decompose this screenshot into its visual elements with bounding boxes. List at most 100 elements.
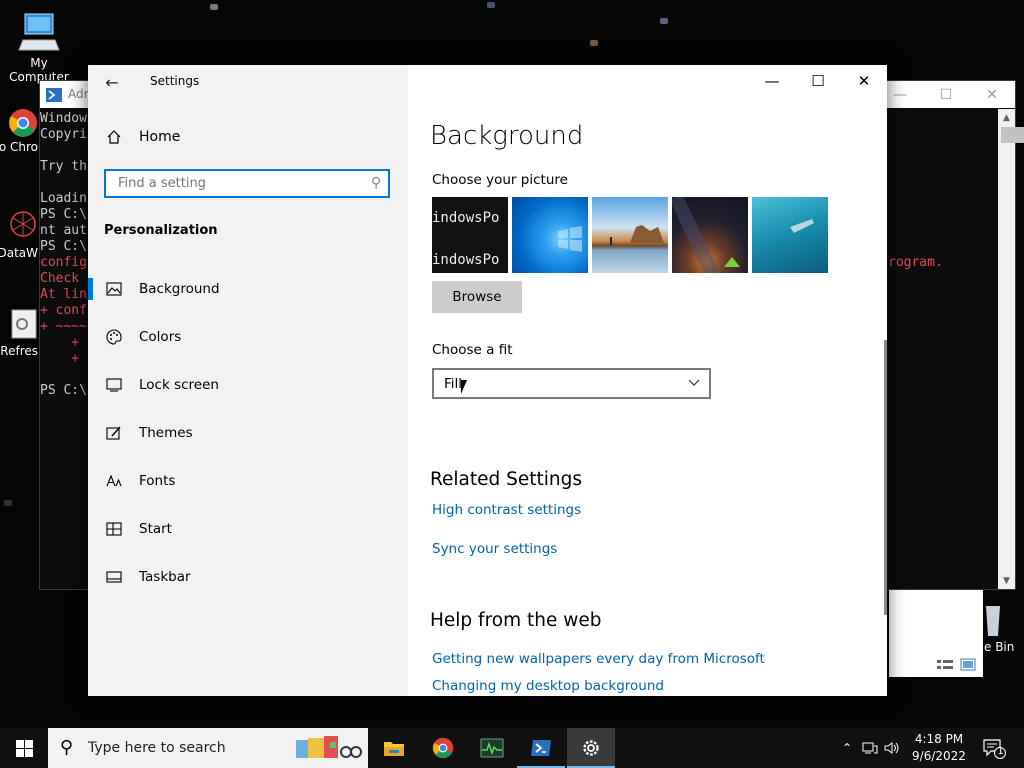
activity-monitor-icon bbox=[480, 738, 504, 758]
fonts-icon bbox=[106, 474, 122, 487]
thumbnail-text: indowsPo bbox=[432, 210, 500, 226]
close-icon[interactable]: ✕ bbox=[841, 65, 887, 97]
nav-label: Start bbox=[139, 521, 172, 537]
view-mode-icons[interactable] bbox=[937, 658, 977, 672]
nav-label: Background bbox=[139, 281, 220, 297]
desktop-speck bbox=[660, 18, 668, 24]
change-background-link[interactable]: Changing my desktop background bbox=[432, 678, 664, 694]
nav-item-start[interactable]: Start bbox=[88, 505, 408, 553]
nav-item-themes[interactable]: Themes bbox=[88, 409, 408, 457]
new-wallpapers-link[interactable]: Getting new wallpapers every day from Mi… bbox=[432, 651, 765, 667]
search-icon[interactable]: ⚲ bbox=[371, 175, 381, 191]
nav-label: Lock screen bbox=[139, 377, 219, 393]
content-scrollbar[interactable] bbox=[884, 340, 887, 615]
search-highlight-illustration-icon bbox=[296, 736, 362, 758]
nav-item-background[interactable]: Background bbox=[88, 265, 408, 313]
taskbar-chrome[interactable] bbox=[419, 728, 467, 768]
taskbar-powershell[interactable] bbox=[517, 728, 565, 768]
taskbar-file-explorer[interactable] bbox=[370, 728, 418, 768]
thumbnail-beach-rocks[interactable] bbox=[592, 197, 668, 273]
choose-picture-label: Choose your picture bbox=[432, 172, 568, 188]
thumbnail-windows-blue[interactable] bbox=[512, 197, 588, 273]
nav-item-fonts[interactable]: Fonts bbox=[88, 457, 408, 505]
network-icon[interactable] bbox=[862, 741, 878, 755]
taskbar-clock[interactable]: 4:18 PM 9/6/2022 bbox=[898, 731, 980, 765]
desktop-icon-label: DataW bbox=[0, 246, 38, 260]
help-web-heading: Help from the web bbox=[430, 610, 602, 631]
folder-icon bbox=[384, 742, 404, 756]
find-setting-search[interactable]: ⚲ bbox=[104, 169, 390, 198]
picture-thumbnails: indowsPo indowsPo bbox=[432, 197, 828, 273]
minimize-icon[interactable]: — bbox=[749, 65, 795, 97]
home-nav-item[interactable]: Home bbox=[104, 129, 180, 145]
fit-dropdown[interactable]: Fill bbox=[432, 368, 711, 399]
close-icon[interactable]: ✕ bbox=[969, 81, 1015, 108]
search-icon: ⚲ bbox=[60, 737, 74, 758]
settings-window[interactable]: ← Settings Home ⚲ Personalization Backgr… bbox=[88, 65, 887, 696]
powershell-icon bbox=[46, 88, 62, 102]
taskbar-resource-monitor[interactable] bbox=[468, 728, 516, 768]
back-arrow-icon[interactable]: ← bbox=[102, 73, 122, 93]
thumbnail-powershell[interactable]: indowsPo indowsPo bbox=[432, 197, 508, 273]
themes-icon bbox=[106, 426, 121, 440]
taskbar-settings[interactable] bbox=[567, 728, 615, 768]
start-icon bbox=[106, 522, 122, 536]
gear-icon bbox=[583, 740, 599, 756]
settings-content[interactable]: — ☐ ✕ Background Choose your picture ind… bbox=[408, 65, 887, 696]
taskbar-search-box[interactable]: ⚲ Type here to search bbox=[48, 728, 368, 768]
desktop-icon-datawrangler[interactable]: DataW bbox=[0, 210, 38, 260]
choose-fit-label: Choose a fit bbox=[432, 342, 513, 358]
scroll-thumb[interactable] bbox=[1001, 127, 1024, 143]
desktop-icon-label: Goo Chro bbox=[0, 140, 38, 154]
scroll-down-icon[interactable]: ▼ bbox=[998, 572, 1015, 589]
datawrangler-icon bbox=[10, 211, 36, 237]
notification-count: 1 bbox=[997, 746, 1004, 757]
window-controls: — ☐ ✕ bbox=[749, 65, 887, 97]
rock-arch-shape bbox=[610, 225, 664, 245]
page-title: Background bbox=[430, 121, 584, 151]
maximize-icon[interactable]: ☐ bbox=[795, 65, 841, 97]
high-contrast-link[interactable]: High contrast settings bbox=[432, 502, 581, 518]
powershell-icon bbox=[531, 740, 551, 756]
search-input[interactable] bbox=[116, 175, 360, 192]
clock-date: 9/6/2022 bbox=[912, 749, 966, 763]
browse-button[interactable]: Browse bbox=[432, 281, 522, 313]
desktop-icon-refresh[interactable]: Refres bbox=[0, 308, 38, 358]
fit-selected-value: Fill bbox=[444, 376, 463, 392]
desktop-icon-recycle-bin[interactable]: e Bin bbox=[984, 600, 1024, 654]
recycle-bin-icon bbox=[986, 606, 1000, 636]
explorer-panel bbox=[889, 590, 983, 677]
palette-icon bbox=[106, 329, 122, 345]
taskbar-search-placeholder: Type here to search bbox=[88, 740, 226, 756]
nav-label: Taskbar bbox=[139, 569, 191, 585]
section-header: Personalization bbox=[104, 223, 218, 238]
system-tray: ⌃ bbox=[838, 728, 900, 768]
nav-label: Colors bbox=[139, 329, 182, 345]
thumbnail-night-sky[interactable] bbox=[672, 197, 748, 273]
desktop-icon-chrome[interactable]: Goo Chro bbox=[0, 108, 38, 154]
action-center-button[interactable]: 1 bbox=[982, 736, 1006, 760]
thumbnail-text: indowsPo bbox=[432, 252, 500, 268]
nav-label: Themes bbox=[139, 425, 193, 441]
nav-item-lock-screen[interactable]: Lock screen bbox=[88, 361, 408, 409]
desktop-icon-my-computer[interactable]: My Computer bbox=[0, 10, 78, 84]
powershell-scrollbar[interactable]: ▲ ▼ bbox=[998, 109, 1024, 589]
computer-icon bbox=[18, 13, 60, 51]
sync-settings-link[interactable]: Sync your settings bbox=[432, 541, 557, 557]
show-hidden-icons-chevron-icon[interactable]: ⌃ bbox=[838, 741, 856, 755]
desktop-icon-label: Refres bbox=[0, 344, 38, 358]
tent-shape bbox=[672, 197, 740, 273]
chrome-icon bbox=[432, 737, 454, 759]
taskbar: ⚲ Type here to search ⌃ 4:18 PM 9/6/2022… bbox=[0, 728, 1024, 768]
thumbnail-underwater[interactable] bbox=[752, 197, 828, 273]
mouse-cursor-icon bbox=[461, 380, 473, 394]
start-button[interactable] bbox=[0, 728, 48, 768]
chrome-icon bbox=[9, 109, 37, 137]
nav-item-taskbar[interactable]: Taskbar bbox=[88, 553, 408, 601]
picture-icon bbox=[106, 282, 122, 296]
clock-time: 4:18 PM bbox=[914, 732, 964, 746]
windows-logo-glow bbox=[558, 226, 582, 252]
nav-item-colors[interactable]: Colors bbox=[88, 313, 408, 361]
scroll-up-icon[interactable]: ▲ bbox=[998, 109, 1015, 126]
maximize-icon[interactable]: ☐ bbox=[923, 81, 969, 108]
